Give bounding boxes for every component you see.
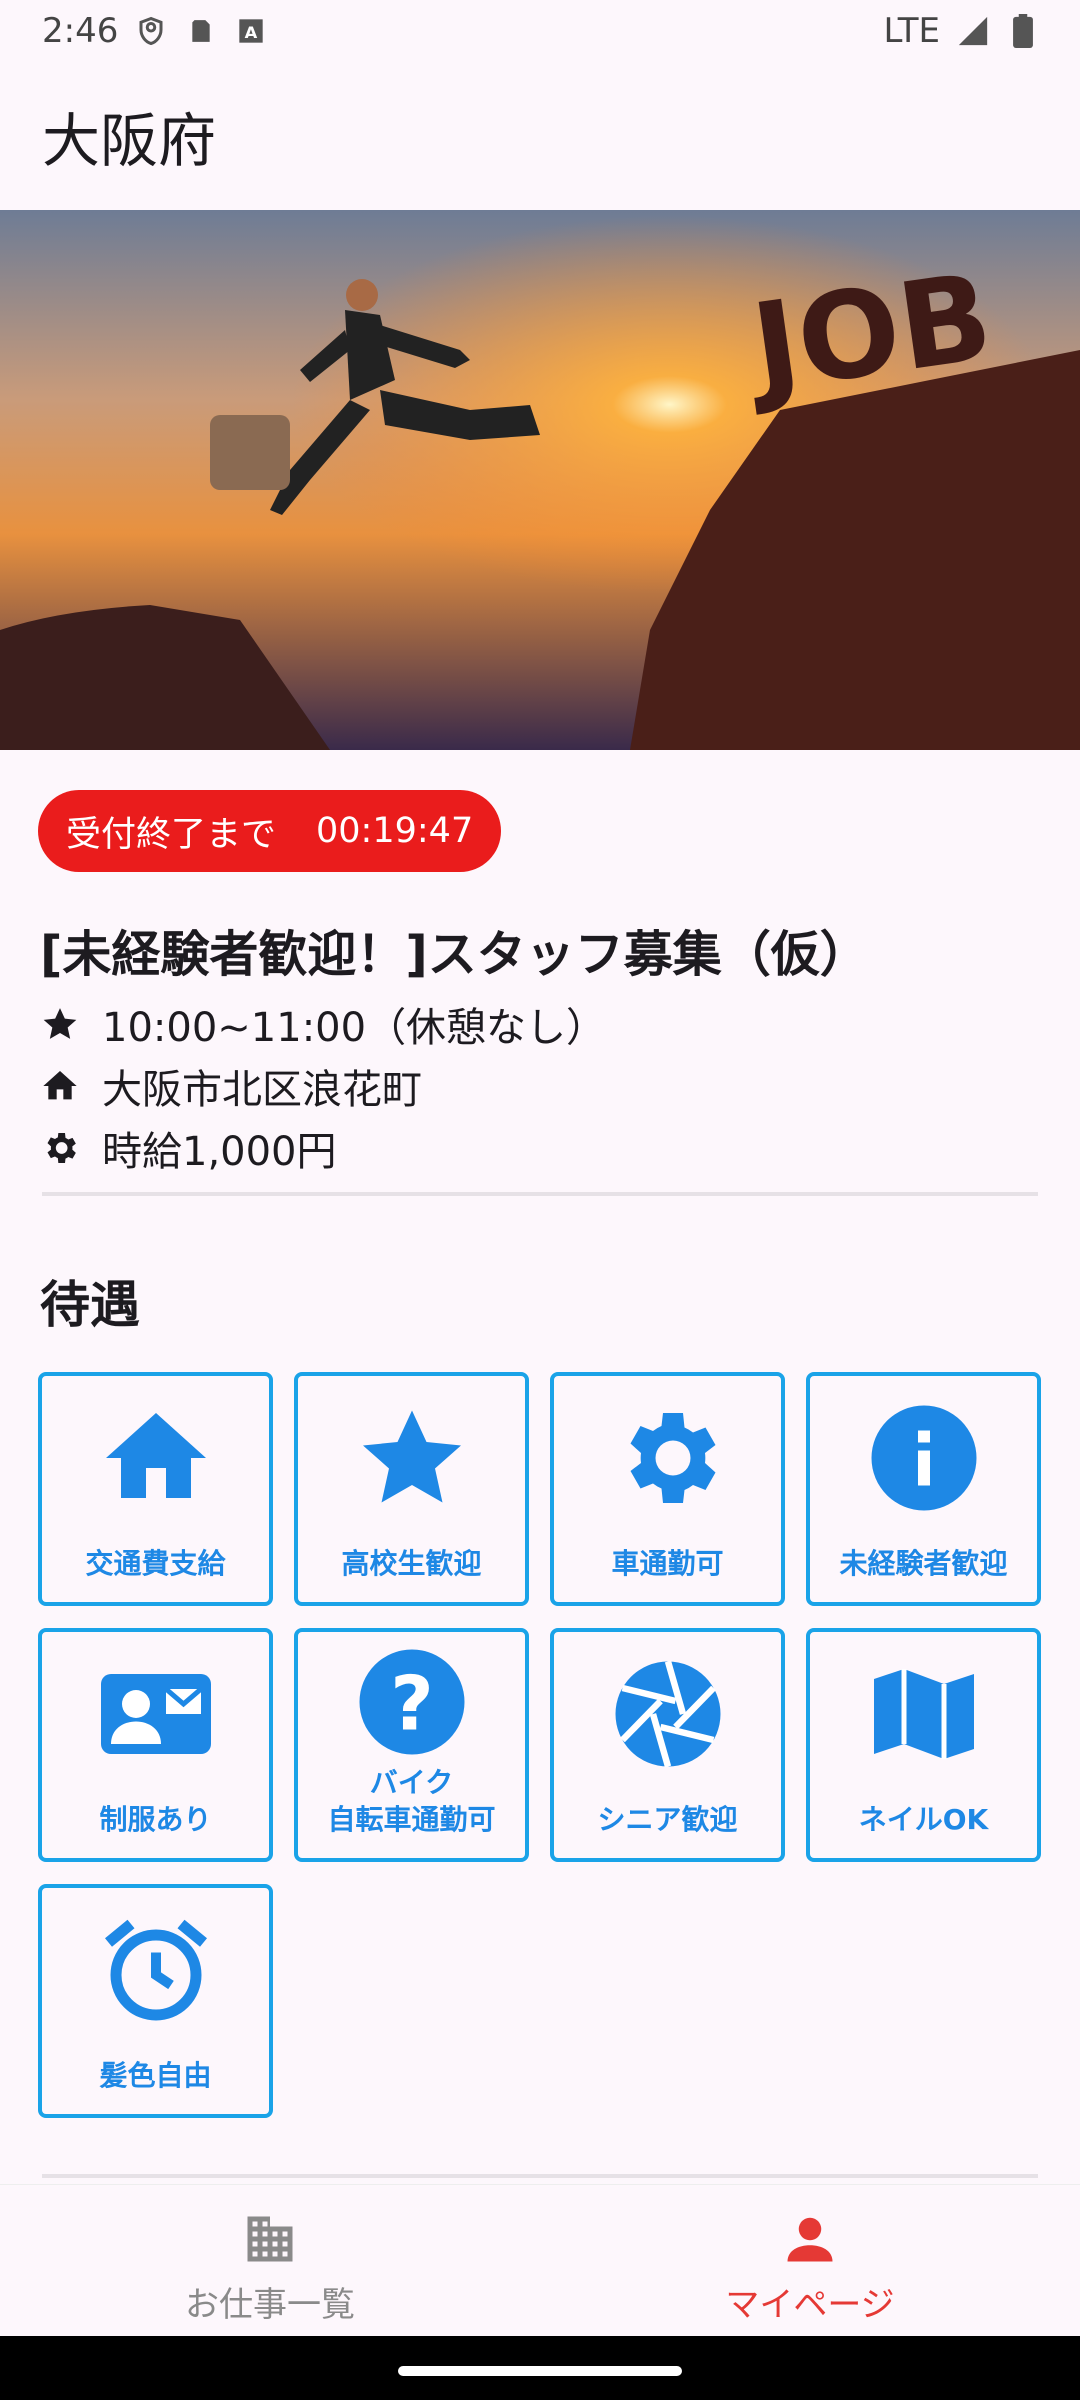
building-icon — [247, 2216, 293, 2262]
svg-text:A: A — [245, 23, 258, 42]
job-hours-row: 10:00~11:00（休憩なし） — [40, 995, 606, 1053]
benefit-tile[interactable]: 高校生歓迎 — [294, 1372, 529, 1606]
gear-icon — [40, 1128, 80, 1168]
app-bar: 大阪府 — [0, 62, 1080, 210]
benefit-tile[interactable]: 未経験者歓迎 — [806, 1372, 1041, 1606]
benefit-label: バイク 自転車通勤可 — [327, 1766, 496, 1836]
benefit-label: 制服あり — [99, 1802, 212, 1836]
star-icon — [362, 1410, 461, 1503]
battery-icon — [1006, 14, 1040, 48]
job-title: [未経験者歓迎！]スタッフ募集（仮） — [40, 926, 869, 983]
alarm-icon — [104, 1919, 207, 2021]
benefit-label: 髪色自由 — [99, 2058, 212, 2092]
job-wage: 時給1,000円 — [102, 1129, 337, 1175]
nav-label: お仕事一覧 — [185, 2285, 355, 2325]
map-icon — [873, 1669, 974, 1759]
info-icon — [871, 1405, 976, 1511]
font-a-icon: A — [234, 14, 268, 48]
benefit-tile[interactable]: ? バイク 自転車通勤可 — [294, 1628, 529, 1862]
person-icon — [787, 2217, 833, 2262]
benefit-label: シニア歓迎 — [597, 1802, 738, 1836]
bottom-navigation: お仕事一覧 マイページ — [0, 2184, 1080, 2336]
camera-shutter-icon — [615, 1660, 720, 1768]
divider — [42, 2174, 1038, 2178]
job-location: 大阪市北区浪花町 — [102, 1067, 422, 1113]
nav-item-my-page[interactable]: マイページ — [540, 2185, 1080, 2337]
nav-label: マイページ — [725, 2285, 895, 2325]
network-type: LTE — [883, 11, 940, 51]
status-bar: 2:46 A LTE — [0, 0, 1080, 62]
help-icon: ? — [359, 1649, 464, 1755]
benefit-label: 車通勤可 — [611, 1546, 724, 1580]
benefit-tile[interactable]: 交通費支給 — [38, 1372, 273, 1606]
shield-icon — [134, 14, 168, 48]
home-icon — [40, 1066, 80, 1106]
divider — [42, 1192, 1038, 1196]
page-title: 大阪府 — [42, 107, 217, 175]
benefits-section-title: 待遇 — [40, 1276, 140, 1334]
benefit-tile[interactable]: 車通勤可 — [550, 1372, 785, 1606]
benefit-tile[interactable]: ネイルOK — [806, 1628, 1041, 1862]
sd-card-icon — [184, 14, 218, 48]
home-icon — [105, 1413, 206, 1498]
benefit-label: 交通費支給 — [85, 1546, 226, 1580]
nav-item-job-list[interactable]: お仕事一覧 — [0, 2185, 540, 2337]
benefit-tile[interactable]: 制服あり — [38, 1628, 273, 1862]
job-hours: 10:00~11:00（休憩なし） — [102, 1005, 607, 1051]
gear-icon — [630, 1413, 715, 1503]
deadline-countdown-badge: 受付終了まで 00:19:47 — [38, 790, 502, 872]
benefit-tile[interactable]: シニア歓迎 — [550, 1628, 785, 1862]
svg-text:?: ? — [390, 1660, 434, 1748]
benefit-label: 高校生歓迎 — [341, 1546, 482, 1580]
signal-icon — [956, 14, 990, 48]
countdown-time: 00:19:47 — [316, 811, 474, 851]
star-icon — [40, 1004, 80, 1044]
benefit-tile[interactable]: 髪色自由 — [38, 1884, 273, 2118]
home-gesture-handle[interactable] — [398, 2366, 682, 2376]
job-location-row: 大阪市北区浪花町 — [40, 1057, 422, 1115]
hero-image: JOB — [0, 210, 1080, 750]
benefit-label: ネイルOK — [858, 1802, 989, 1836]
status-time: 2:46 — [42, 11, 119, 51]
contact-card-icon — [100, 1674, 211, 1754]
countdown-label: 受付終了まで — [66, 814, 277, 855]
benefit-label: 未経験者歓迎 — [839, 1546, 1008, 1580]
job-wage-row: 時給1,000円 — [40, 1119, 337, 1177]
